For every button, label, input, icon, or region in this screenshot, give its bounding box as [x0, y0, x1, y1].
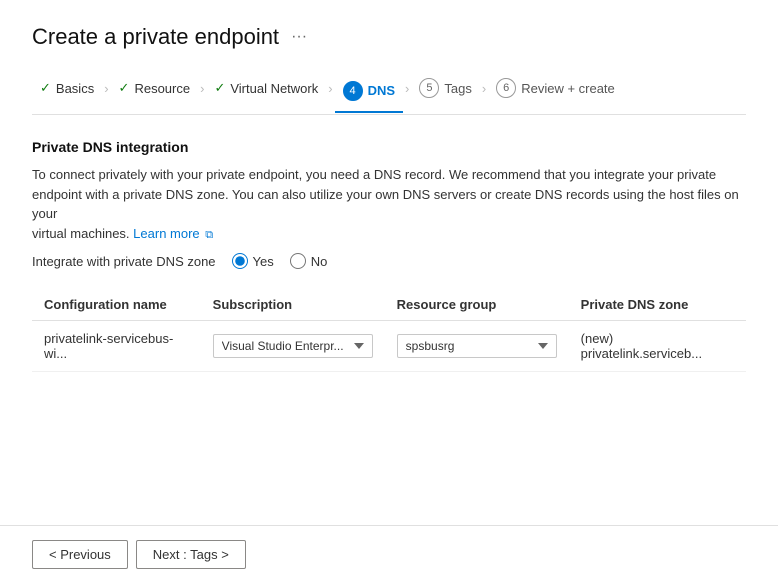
step-label-resource: Resource: [134, 81, 190, 96]
footer-bar: < Previous Next : Tags >: [0, 525, 778, 583]
step-label-dns: DNS: [368, 83, 395, 98]
col-header-subscription: Subscription: [201, 289, 385, 321]
separator-3: ›: [326, 81, 334, 96]
dns-zone-row: Integrate with private DNS zone Yes No: [32, 253, 746, 269]
description-line3: virtual machines.: [32, 226, 130, 241]
description-paragraph: To connect privately with your private e…: [32, 165, 746, 243]
check-icon-vnet: ✓: [214, 80, 225, 96]
step-label-review: Review + create: [521, 81, 615, 96]
step-label-tags: Tags: [444, 81, 471, 96]
table-header-row: Configuration name Subscription Resource…: [32, 289, 746, 321]
col-header-dns-zone: Private DNS zone: [569, 289, 746, 321]
check-icon-basics: ✓: [40, 80, 51, 96]
learn-more-link[interactable]: Learn more ⧉: [133, 226, 213, 241]
table-row: privatelink-servicebus-wi... Visual Stud…: [32, 321, 746, 372]
radio-no-label: No: [311, 254, 328, 269]
external-link-icon: ⧉: [205, 229, 213, 241]
cell-resource-group[interactable]: spsbusrg: [385, 321, 569, 372]
wizard-steps: ✓ Basics › ✓ Resource › ✓ Virtual Networ…: [32, 74, 746, 115]
radio-no-option[interactable]: No: [290, 253, 328, 269]
separator-5: ›: [480, 81, 488, 96]
config-table: Configuration name Subscription Resource…: [32, 289, 746, 372]
resource-group-dropdown[interactable]: spsbusrg: [397, 334, 557, 358]
col-header-resource-group: Resource group: [385, 289, 569, 321]
ellipsis-menu-icon[interactable]: ···: [291, 28, 307, 46]
step-circle-tags: 5: [419, 78, 439, 98]
radio-group: Yes No: [232, 253, 328, 269]
step-dns[interactable]: 4 DNS: [335, 77, 403, 113]
separator-4: ›: [403, 81, 411, 96]
description-line2: endpoint with a private DNS zone. You ca…: [32, 187, 739, 222]
step-label-vnet: Virtual Network: [230, 81, 318, 96]
radio-yes-input[interactable]: [232, 253, 248, 269]
dns-zone-label: Integrate with private DNS zone: [32, 254, 216, 269]
content-area: Private DNS integration To connect priva…: [32, 139, 746, 392]
cell-subscription[interactable]: Visual Studio Enterpr...: [201, 321, 385, 372]
subscription-dropdown[interactable]: Visual Studio Enterpr...: [213, 334, 373, 358]
step-circle-review: 6: [496, 78, 516, 98]
cell-dns-zone: (new) privatelink.serviceb...: [569, 321, 746, 372]
col-header-config-name: Configuration name: [32, 289, 201, 321]
previous-button[interactable]: < Previous: [32, 540, 128, 569]
separator-1: ›: [102, 81, 110, 96]
page-title: Create a private endpoint: [32, 24, 279, 50]
step-review-create[interactable]: 6 Review + create: [488, 74, 623, 102]
description-line1: To connect privately with your private e…: [32, 167, 716, 182]
section-title: Private DNS integration: [32, 139, 746, 155]
check-icon-resource: ✓: [119, 80, 130, 96]
next-button[interactable]: Next : Tags >: [136, 540, 246, 569]
step-label-basics: Basics: [56, 81, 94, 96]
radio-no-input[interactable]: [290, 253, 306, 269]
cell-config-name: privatelink-servicebus-wi...: [32, 321, 201, 372]
radio-yes-option[interactable]: Yes: [232, 253, 274, 269]
step-basics[interactable]: ✓ Basics: [32, 76, 102, 100]
step-circle-dns: 4: [343, 81, 363, 101]
step-virtual-network[interactable]: ✓ Virtual Network: [206, 76, 326, 100]
radio-yes-label: Yes: [253, 254, 274, 269]
separator-2: ›: [198, 81, 206, 96]
step-tags[interactable]: 5 Tags: [411, 74, 479, 102]
step-resource[interactable]: ✓ Resource: [111, 76, 199, 100]
